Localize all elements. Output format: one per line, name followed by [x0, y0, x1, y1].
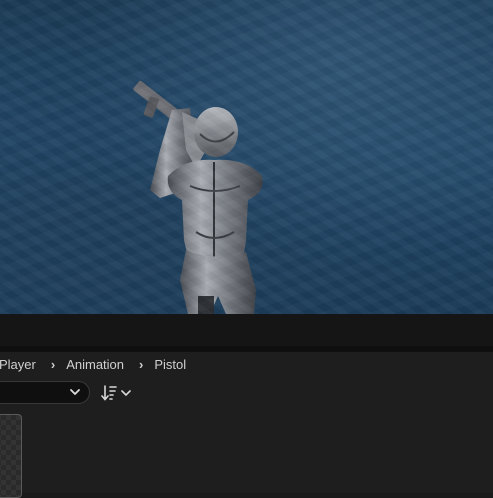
- viewport[interactable]: [0, 0, 493, 314]
- filter-dropdown[interactable]: [0, 381, 90, 404]
- breadcrumb-item-animation[interactable]: Animation: [66, 357, 124, 372]
- viewport-bottom-bar: [0, 314, 493, 346]
- asset-grid: [0, 410, 493, 498]
- asset-thumbnail[interactable]: [0, 414, 22, 498]
- chevron-down-icon: [70, 389, 80, 395]
- breadcrumb-item-pistol[interactable]: Pistol: [154, 357, 186, 372]
- breadcrumb: Player › Animation › Pistol: [0, 352, 493, 377]
- breadcrumb-item-player[interactable]: Player: [0, 357, 36, 372]
- chevron-right-icon: ›: [50, 356, 56, 372]
- sort-icon[interactable]: [101, 383, 133, 403]
- content-toolbar: [0, 376, 493, 410]
- character-model: [133, 80, 263, 314]
- pistol: [133, 80, 178, 119]
- chevron-right-icon: ›: [139, 356, 144, 372]
